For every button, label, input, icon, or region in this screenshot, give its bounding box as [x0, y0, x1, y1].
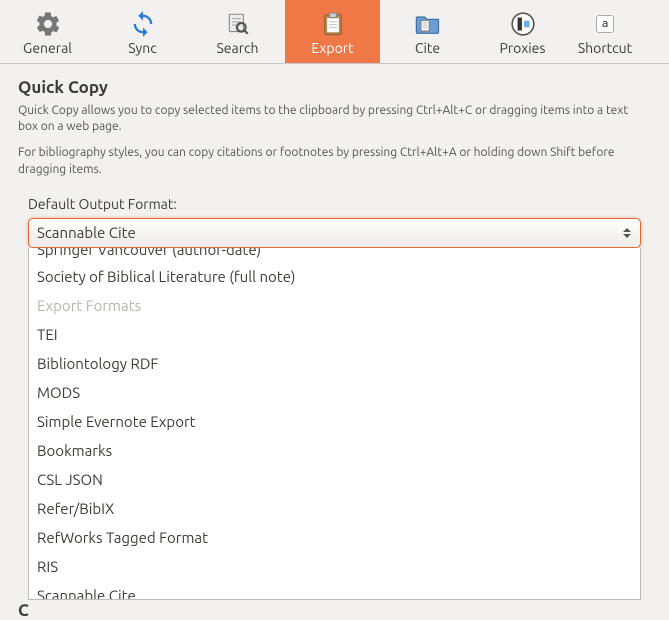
export-pane: Quick Copy Quick Copy allows you to copy… — [0, 64, 669, 620]
proxy-icon — [508, 9, 538, 39]
list-item[interactable]: CSL JSON — [29, 465, 640, 494]
clipboard-icon — [318, 9, 348, 39]
output-format-label: Default Output Format: — [28, 196, 651, 212]
tab-export[interactable]: Export — [285, 0, 380, 63]
tab-search[interactable]: Search — [190, 0, 285, 63]
next-section-peek: C — [18, 601, 38, 620]
tab-cite[interactable]: Cite — [380, 0, 475, 63]
search-icon — [223, 9, 253, 39]
help-text-2: For bibliography styles, you can copy ci… — [18, 145, 638, 177]
output-format-listbox[interactable]: Springer Vancouver (author-date)Society … — [28, 248, 641, 600]
output-format-select[interactable]: Scannable Cite — [28, 218, 641, 248]
tab-label: Shortcut — [578, 41, 632, 55]
tab-sync[interactable]: Sync — [95, 0, 190, 63]
folder-icon — [413, 9, 443, 39]
list-item[interactable]: Scannable Cite — [29, 581, 640, 600]
tab-general[interactable]: General — [0, 0, 95, 63]
tab-proxies[interactable]: Proxies — [475, 0, 570, 63]
list-item[interactable]: TEI — [29, 320, 640, 349]
list-group-header: Export Formats — [29, 291, 640, 320]
list-item[interactable]: RefWorks Tagged Format — [29, 523, 640, 552]
list-item[interactable]: MODS — [29, 378, 640, 407]
section-title: Quick Copy — [18, 78, 651, 97]
tab-label: Export — [311, 41, 353, 55]
help-text-1: Quick Copy allows you to copy selected i… — [18, 103, 638, 135]
tab-label: General — [23, 41, 72, 55]
gear-icon — [33, 9, 63, 39]
tab-label: Proxies — [500, 41, 546, 55]
list-item[interactable]: Bookmarks — [29, 436, 640, 465]
select-value: Scannable Cite — [37, 224, 136, 241]
list-item[interactable]: Bibliontology RDF — [29, 349, 640, 378]
sync-icon — [128, 9, 158, 39]
list-item[interactable]: Society of Biblical Literature (full not… — [29, 262, 640, 291]
list-item[interactable]: RIS — [29, 552, 640, 581]
list-item[interactable]: Springer Vancouver (author-date) — [29, 248, 640, 262]
tab-label: Search — [216, 41, 258, 55]
tab-label: Sync — [128, 41, 156, 55]
tab-shortcut[interactable]: a Shortcut — [570, 0, 640, 63]
list-item[interactable]: Refer/BibIX — [29, 494, 640, 523]
tab-label: Cite — [415, 41, 440, 55]
list-item[interactable]: Simple Evernote Export — [29, 407, 640, 436]
shortcut-icon: a — [590, 9, 620, 39]
dropdown-stepper-icon — [620, 228, 634, 238]
preferences-toolbar: General Sync Search Export Cite Proxies … — [0, 0, 669, 64]
